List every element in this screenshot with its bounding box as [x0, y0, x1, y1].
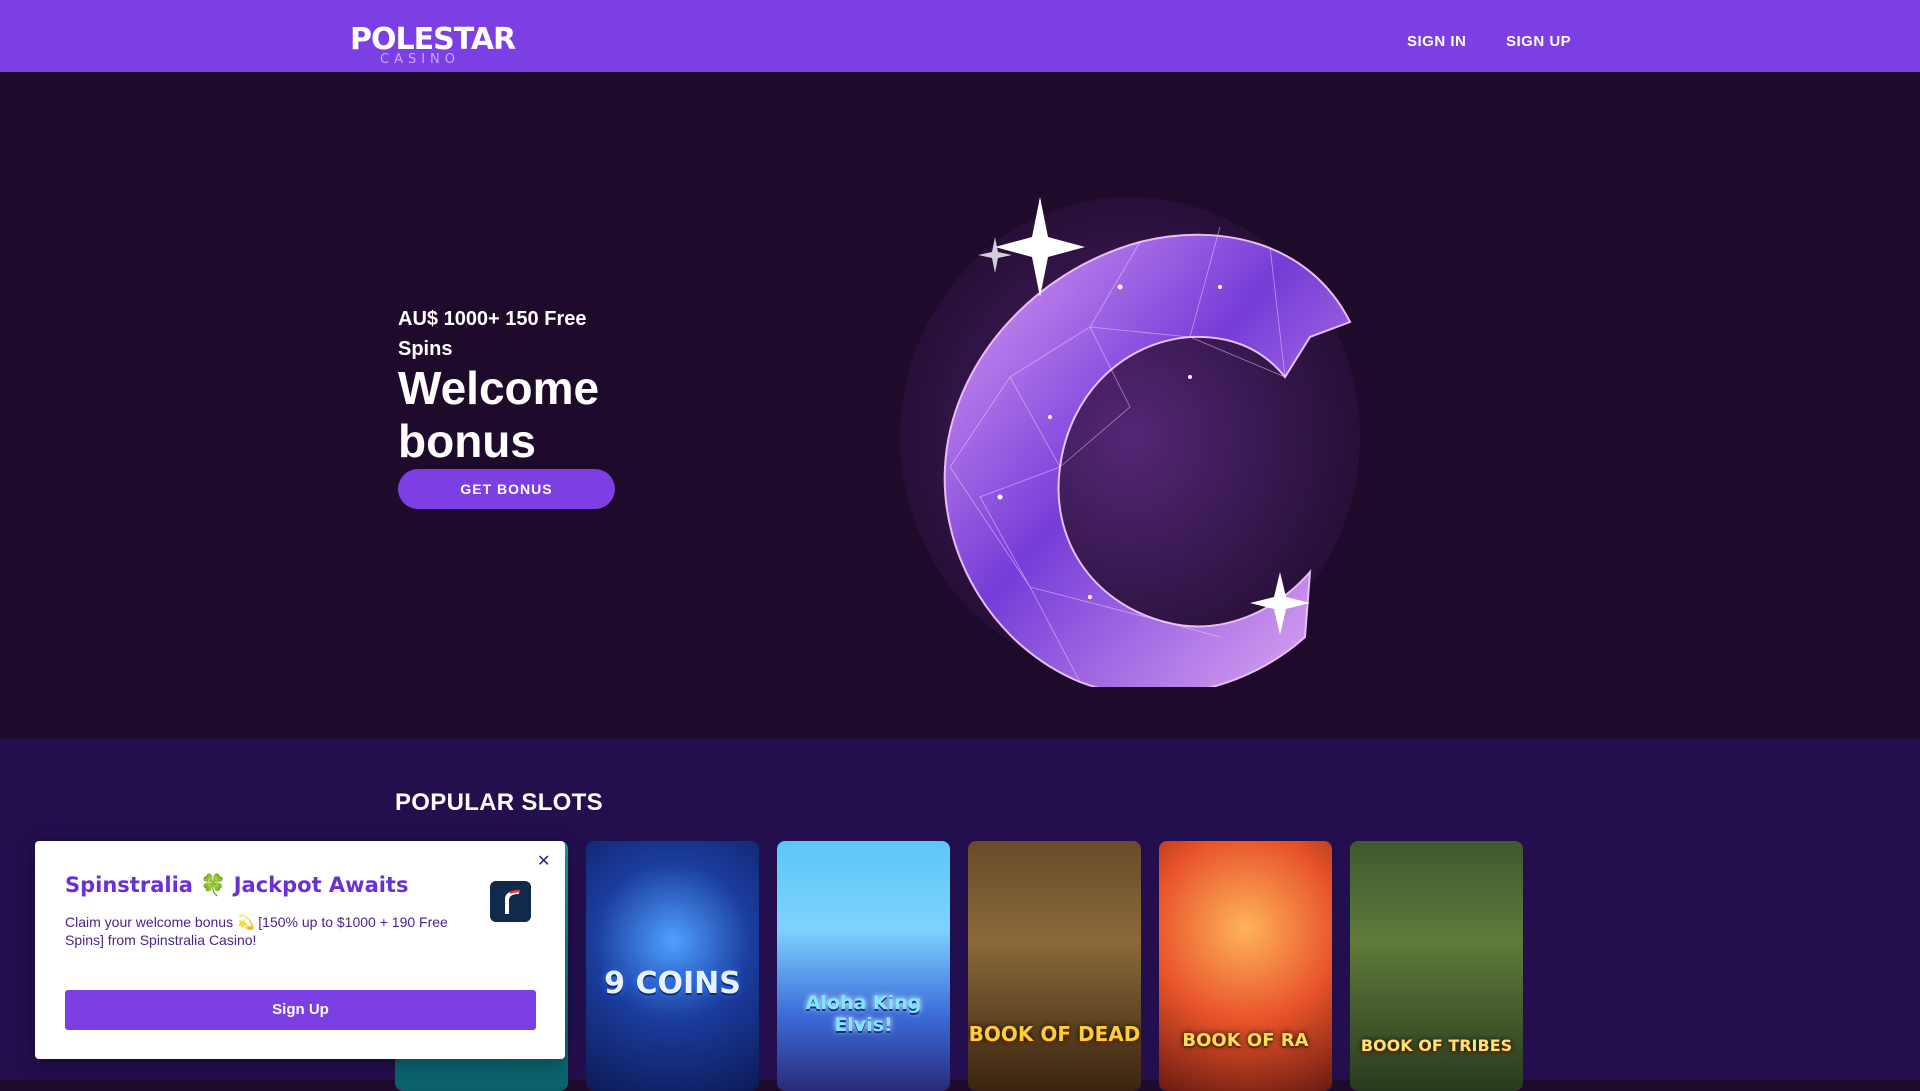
polestar-logo[interactable]: POLESTAR CASINO — [350, 24, 516, 70]
game-title: BOOK OF DEAD — [968, 1022, 1141, 1046]
crystal-c-logo-icon — [900, 197, 1360, 687]
promo-popup: ✕ Spinstralia 🍀 Jackpot Awaits Claim you… — [35, 841, 565, 1059]
hero-subtitle: AU$ 1000+ 150 Free Spins — [398, 308, 587, 360]
hero-banner: AU$ 1000+ 150 Free Spins Welcome bonus G… — [0, 72, 1920, 739]
game-tile[interactable]: BOOK OF RA — [1159, 841, 1332, 1091]
game-tile[interactable]: BOOK OF DEAD — [968, 841, 1141, 1091]
logo-subtitle: CASINO — [380, 52, 461, 67]
section-title: POPULAR SLOTS — [395, 789, 603, 816]
sign-in-link[interactable]: SIGN IN — [1407, 33, 1466, 50]
close-icon[interactable]: ✕ — [537, 851, 550, 871]
popup-message: Claim your welcome bonus 💫 [150% up to $… — [65, 914, 448, 948]
game-title: BOOK OF TRIBES — [1360, 1036, 1513, 1055]
game-title: Aloha King Elvis! — [805, 992, 922, 1036]
popup-title: Spinstralia 🍀 Jackpot Awaits — [65, 873, 409, 897]
game-tile[interactable]: BOOK OF TRIBES — [1350, 841, 1523, 1091]
get-bonus-button[interactable]: GET BONUS — [398, 469, 615, 509]
game-title: BOOK OF RA — [1182, 1030, 1309, 1051]
popup-sign-up-button[interactable]: Sign Up — [65, 990, 536, 1030]
top-header: POLESTAR CASINO SIGN IN SIGN UP — [0, 0, 1920, 72]
game-tile[interactable]: 9 COINS — [586, 841, 759, 1091]
sign-up-link[interactable]: SIGN UP — [1506, 33, 1571, 50]
game-tile[interactable]: Aloha King Elvis! — [777, 841, 950, 1091]
casino-logo-icon — [490, 881, 531, 922]
hero-title: Welcome bonus — [398, 362, 600, 467]
game-title: 9 COINS — [604, 966, 741, 1001]
